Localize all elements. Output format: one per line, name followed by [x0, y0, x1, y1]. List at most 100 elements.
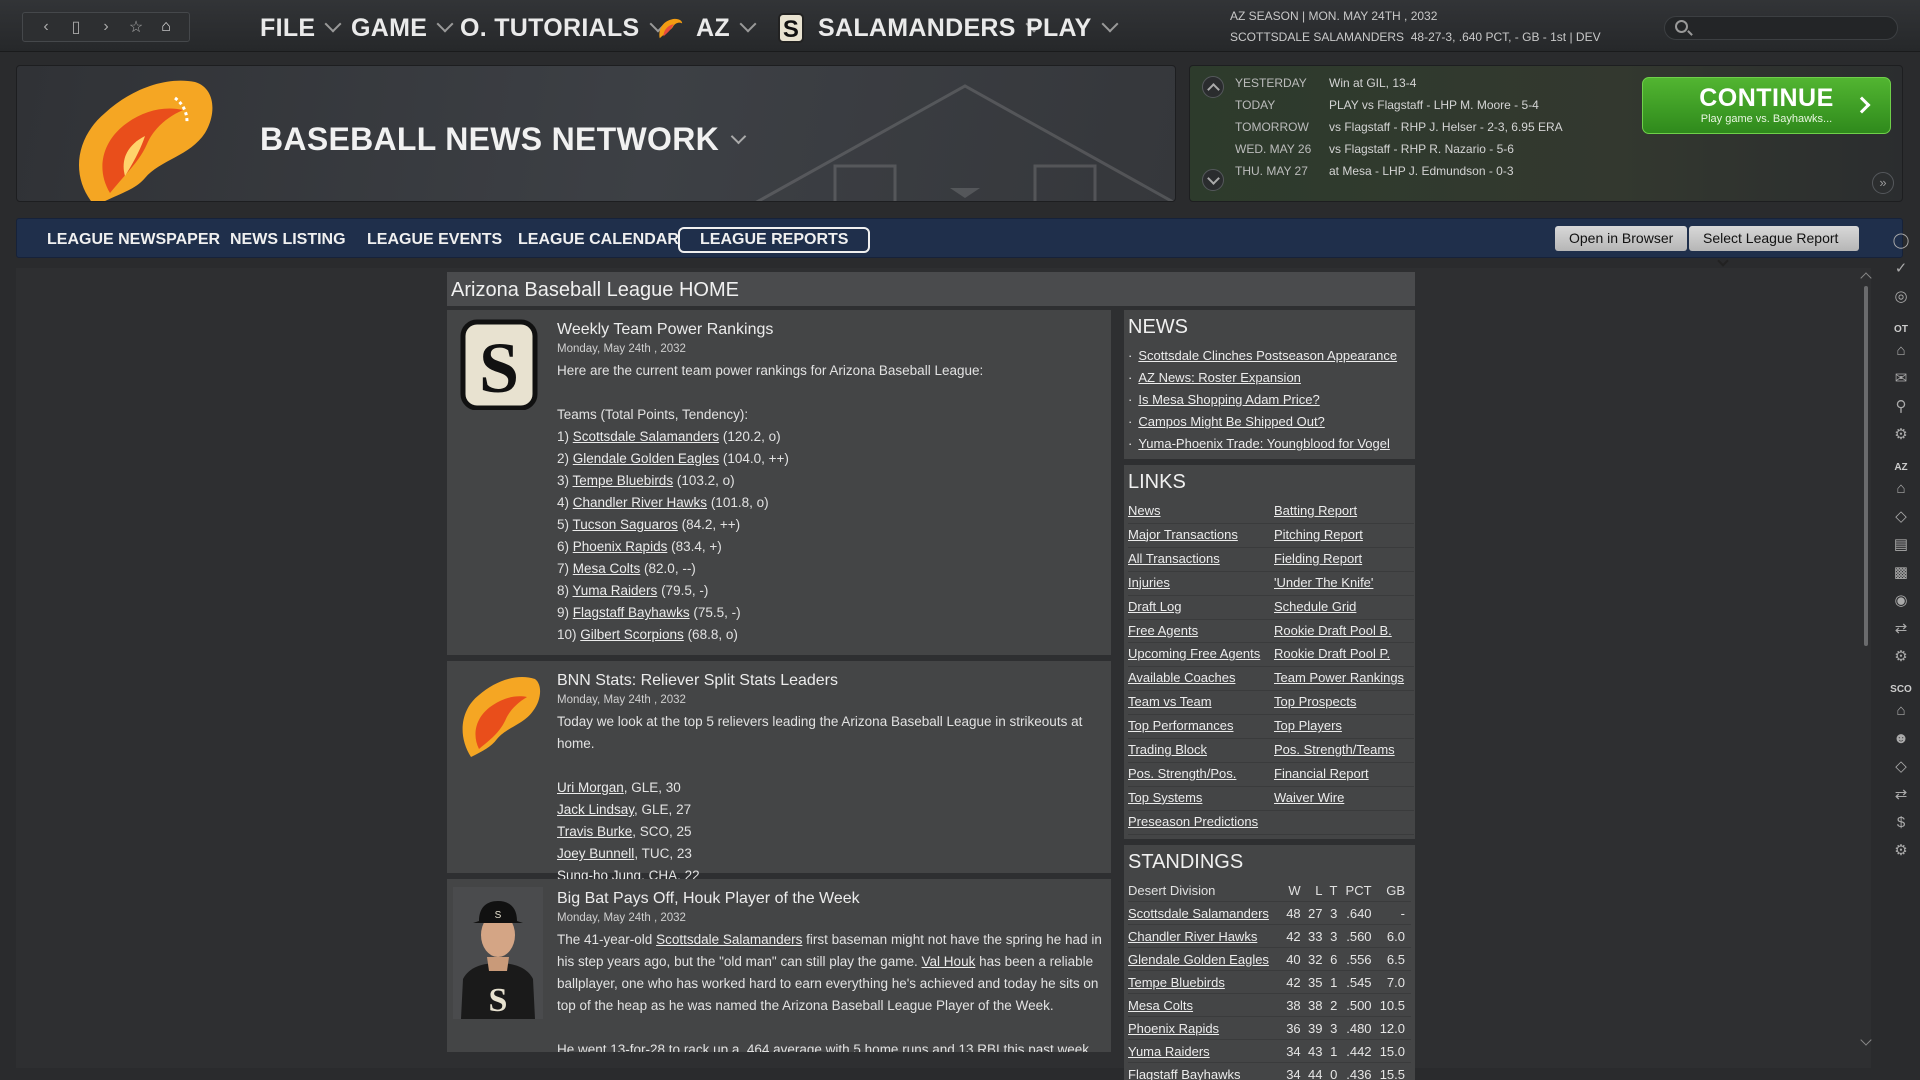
menu-file[interactable]: FILE: [260, 12, 342, 44]
trade-icon[interactable]: ⇄: [1892, 620, 1910, 638]
report-link[interactable]: Schedule Grid: [1274, 599, 1356, 614]
tab-news-listing[interactable]: NEWS LISTING: [210, 227, 366, 253]
diamond-icon[interactable]: ◇: [1892, 508, 1910, 526]
player-link[interactable]: Joey Bunnell: [557, 846, 634, 861]
team-link[interactable]: Flagstaff Bayhawks: [1128, 1067, 1240, 1080]
menu-az[interactable]: AZ: [656, 12, 757, 44]
report-link[interactable]: Draft Log: [1128, 599, 1181, 614]
team-link[interactable]: Phoenix Rapids: [573, 539, 668, 554]
report-link[interactable]: Rookie Draft Pool P.: [1274, 646, 1390, 661]
report-link[interactable]: Top Performances: [1128, 718, 1234, 733]
news-link[interactable]: AZ News: Roster Expansion: [1138, 370, 1301, 385]
team-link[interactable]: Scottsdale Salamanders: [573, 429, 719, 444]
player-link[interactable]: Val Houk: [922, 954, 976, 969]
report-link[interactable]: Batting Report: [1274, 503, 1357, 518]
scroll-up-icon[interactable]: [1860, 272, 1872, 284]
news-link[interactable]: Is Mesa Shopping Adam Price?: [1138, 392, 1319, 407]
back-icon[interactable]: ‹: [36, 18, 56, 36]
story-headline[interactable]: BNN Stats: Reliever Split Stats Leaders: [557, 671, 1105, 691]
report-link[interactable]: Fielding Report: [1274, 551, 1362, 566]
news-link[interactable]: Yuma-Phoenix Trade: Youngblood for Vogel: [1138, 436, 1390, 451]
player-link[interactable]: Uri Morgan: [557, 780, 624, 795]
report-link[interactable]: Waiver Wire: [1274, 790, 1344, 805]
report-link[interactable]: Trading Block: [1128, 742, 1207, 757]
report-link[interactable]: Team Power Rankings: [1274, 670, 1404, 685]
report-link[interactable]: Preseason Predictions: [1128, 814, 1258, 829]
team-link[interactable]: Glendale Golden Eagles: [573, 451, 719, 466]
player-link[interactable]: Travis Burke: [557, 824, 632, 839]
team-link[interactable]: Mesa Colts: [573, 561, 641, 576]
page-icon[interactable]: ▯: [66, 17, 86, 37]
team-link[interactable]: Flagstaff Bayhawks: [573, 605, 690, 620]
lightbulb-icon[interactable]: ◯: [1892, 232, 1910, 250]
report-link[interactable]: Major Transactions: [1128, 527, 1238, 542]
team-link[interactable]: Tempe Bluebirds: [573, 473, 674, 488]
trade-icon[interactable]: ⇄: [1892, 786, 1910, 804]
report-link[interactable]: Financial Report: [1274, 766, 1369, 781]
team-link[interactable]: Yuma Raiders: [1128, 1044, 1210, 1059]
story-headline[interactable]: Big Bat Pays Off, Houk Player of the Wee…: [557, 889, 1105, 909]
report-link[interactable]: Top Players: [1274, 718, 1342, 733]
report-link[interactable]: Top Prospects: [1274, 694, 1356, 709]
player-link[interactable]: Jack Lindsay: [557, 802, 634, 817]
home-icon[interactable]: ⌂: [1892, 702, 1910, 720]
select-league-report-dropdown[interactable]: Select League Report: [1689, 226, 1859, 267]
story-headline[interactable]: Weekly Team Power Rankings: [557, 320, 1105, 340]
report-link[interactable]: 'Under The Knife': [1274, 575, 1373, 590]
tab-league-calendar[interactable]: LEAGUE CALENDAR: [498, 227, 699, 253]
team-link[interactable]: Tucson Saguaros: [573, 517, 678, 532]
globe-icon[interactable]: ◎: [1892, 288, 1910, 306]
team-link[interactable]: Gilbert Scorpions: [580, 627, 684, 642]
expand-schedule-button[interactable]: »: [1872, 172, 1894, 194]
bar-chart-icon[interactable]: ▩: [1892, 564, 1910, 582]
news-link[interactable]: Scottsdale Clinches Postseason Appearanc…: [1138, 348, 1397, 363]
team-link[interactable]: Chandler River Hawks: [1128, 929, 1257, 944]
star-icon[interactable]: ☆: [126, 17, 146, 37]
id-card-icon[interactable]: ▤: [1892, 536, 1910, 554]
search-input[interactable]: [1664, 16, 1898, 40]
menu-tutorials[interactable]: O. TUTORIALS: [460, 12, 667, 44]
menu-team[interactable]: S SALAMANDERS: [778, 12, 1043, 44]
schedule-down-button[interactable]: [1202, 169, 1224, 191]
gear-icon[interactable]: ⚙: [1892, 426, 1910, 444]
team-link[interactable]: Tempe Bluebirds: [1128, 975, 1225, 990]
open-in-browser-button[interactable]: Open in Browser: [1555, 226, 1688, 251]
report-link[interactable]: Pitching Report: [1274, 527, 1363, 542]
tab-league-newspaper[interactable]: LEAGUE NEWSPAPER: [27, 227, 240, 253]
report-link[interactable]: Pos. Strength/Teams: [1274, 742, 1395, 757]
team-link[interactable]: Scottsdale Salamanders: [656, 932, 802, 947]
report-link[interactable]: Top Systems: [1128, 790, 1202, 805]
check-icon[interactable]: ✓: [1892, 260, 1910, 278]
dollar-icon[interactable]: $: [1892, 814, 1910, 832]
forward-icon[interactable]: ›: [96, 18, 116, 36]
home-icon[interactable]: ⌂: [1892, 342, 1910, 360]
report-link[interactable]: Pos. Strength/Pos.: [1128, 766, 1236, 781]
gear-icon[interactable]: ⚙: [1892, 842, 1910, 860]
team-link[interactable]: Mesa Colts: [1128, 998, 1193, 1013]
roster-icon[interactable]: ☻: [1892, 730, 1910, 748]
report-link[interactable]: Team vs Team: [1128, 694, 1212, 709]
continue-button[interactable]: CONTINUE Play game vs. Bayhawks...: [1642, 77, 1891, 134]
scroll-down-icon[interactable]: [1860, 1034, 1872, 1046]
report-link[interactable]: Free Agents: [1128, 623, 1198, 638]
content-scrollbar[interactable]: [1860, 272, 1872, 1052]
baseball-icon[interactable]: ◉: [1892, 592, 1910, 610]
scrollbar-thumb[interactable]: [1864, 286, 1868, 646]
report-link[interactable]: Rookie Draft Pool B.: [1274, 623, 1392, 638]
team-link[interactable]: Phoenix Rapids: [1128, 1021, 1219, 1036]
team-link[interactable]: Glendale Golden Eagles: [1128, 952, 1269, 967]
report-link[interactable]: All Transactions: [1128, 551, 1220, 566]
search-icon[interactable]: ⚲: [1892, 398, 1910, 416]
menu-game[interactable]: GAME: [351, 12, 454, 44]
team-link[interactable]: Scottsdale Salamanders: [1128, 906, 1269, 921]
diamond-icon[interactable]: ◇: [1892, 758, 1910, 776]
tab-league-events[interactable]: LEAGUE EVENTS: [347, 227, 522, 253]
team-link[interactable]: Yuma Raiders: [573, 583, 658, 598]
report-link[interactable]: Upcoming Free Agents: [1128, 646, 1260, 661]
home-icon[interactable]: ⌂: [1892, 480, 1910, 498]
report-link[interactable]: Available Coaches: [1128, 670, 1235, 685]
team-link[interactable]: Chandler River Hawks: [573, 495, 707, 510]
bnn-title[interactable]: BASEBALL NEWS NETWORK: [260, 121, 747, 158]
schedule-up-button[interactable]: [1202, 76, 1224, 98]
report-link[interactable]: Injuries: [1128, 575, 1170, 590]
